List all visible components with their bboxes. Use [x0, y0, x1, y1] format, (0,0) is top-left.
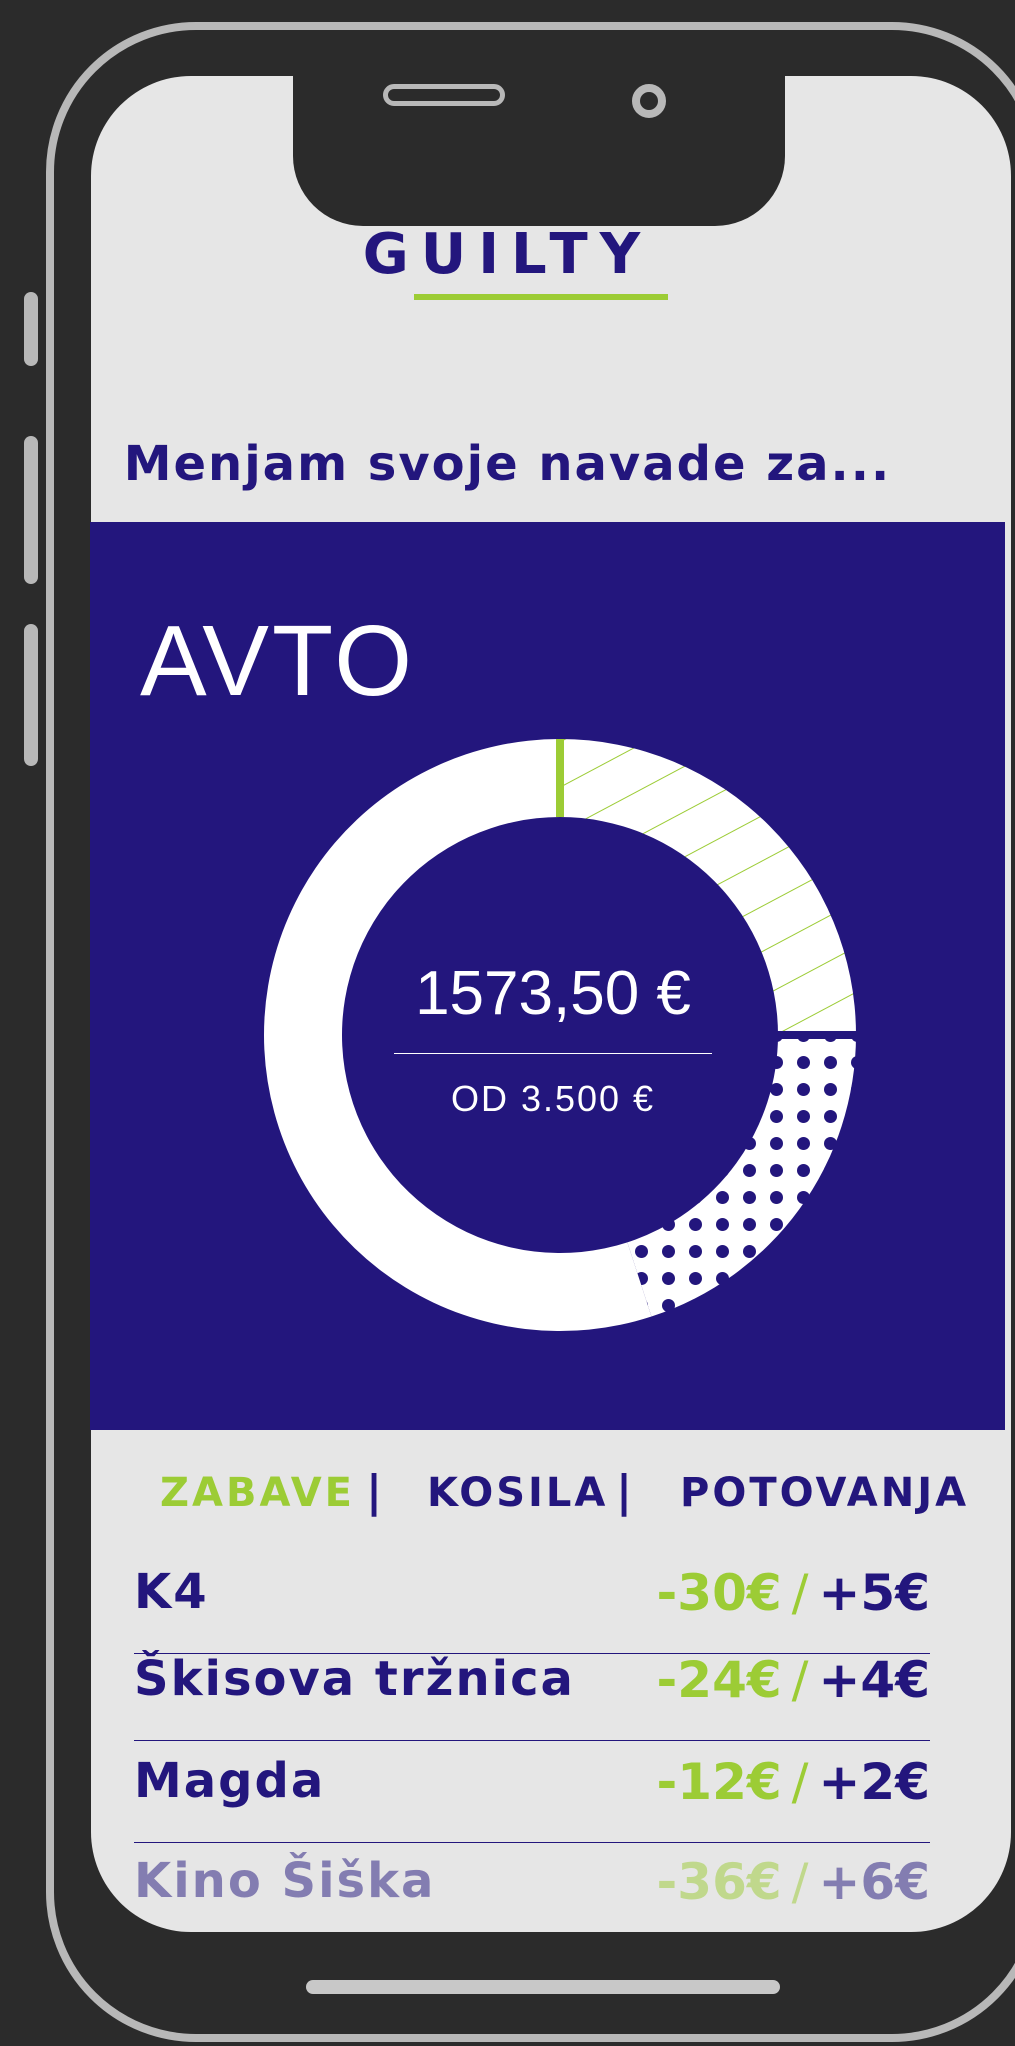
list-item[interactable]: Škisova tržnica -24€ / +4€ [134, 1651, 930, 1741]
value-separator: / [791, 1753, 809, 1811]
list-item-values: -36€ / +6€ [657, 1853, 930, 1911]
tab-zabave[interactable]: ZABAVE [160, 1470, 355, 1516]
reward-value: +4€ [818, 1651, 930, 1709]
power-button [24, 624, 38, 766]
camera-icon [632, 84, 666, 118]
list-item-values: -24€ / +4€ [657, 1651, 930, 1709]
goal-progress-donut [264, 739, 858, 1331]
list-item[interactable]: K4 -30€ / +5€ [134, 1564, 930, 1654]
saved-value: -24€ [656, 1651, 782, 1709]
goal-category-title: AVTO [140, 605, 416, 717]
list-item-values: -30€ / +5€ [657, 1564, 930, 1622]
reward-value: +2€ [818, 1753, 930, 1811]
volume-up-button [24, 292, 38, 366]
list-item-name: Magda [134, 1753, 326, 1809]
home-indicator[interactable] [306, 1980, 780, 1994]
tab-kosila[interactable]: KOSILA [427, 1470, 608, 1516]
saved-value: -30€ [656, 1564, 782, 1622]
tab-separator: | [366, 1466, 383, 1517]
value-separator: / [791, 1853, 809, 1911]
value-separator: / [791, 1564, 809, 1622]
goal-target: OD 3.500 € [450, 1078, 656, 1119]
tab-potovanja[interactable]: POTOVANJA [680, 1470, 969, 1516]
row-divider [134, 1842, 930, 1843]
tab-separator: | [616, 1466, 633, 1517]
list-item-name: K4 [134, 1564, 209, 1620]
page-subtitle: Menjam svoje navade za... [123, 436, 892, 492]
list-item-values: -12€ / +2€ [657, 1753, 930, 1811]
list-item[interactable]: Magda -12€ / +2€ [134, 1753, 930, 1843]
saved-value: -36€ [656, 1853, 782, 1911]
row-divider [134, 1740, 930, 1741]
list-item[interactable]: Kino Šiška -36€ / +6€ [134, 1853, 930, 1923]
amount-divider [394, 1053, 712, 1054]
value-separator: / [791, 1651, 809, 1709]
reward-value: +5€ [818, 1564, 930, 1622]
list-item-name: Škisova tržnica [134, 1651, 575, 1707]
speaker-grille [383, 84, 505, 106]
device-stage: GUILTY Menjam svoje navade za... AVTO 15… [0, 0, 1015, 2046]
reward-value: +6€ [818, 1853, 930, 1911]
donut-segment-solid [264, 739, 652, 1331]
notch [293, 76, 785, 226]
app-title: GUILTY [362, 222, 653, 287]
list-item-name: Kino Šiška [134, 1853, 436, 1909]
saved-amount: 1573,50 € [415, 959, 691, 1028]
saved-value: -12€ [656, 1753, 782, 1811]
title-underline [414, 294, 668, 300]
